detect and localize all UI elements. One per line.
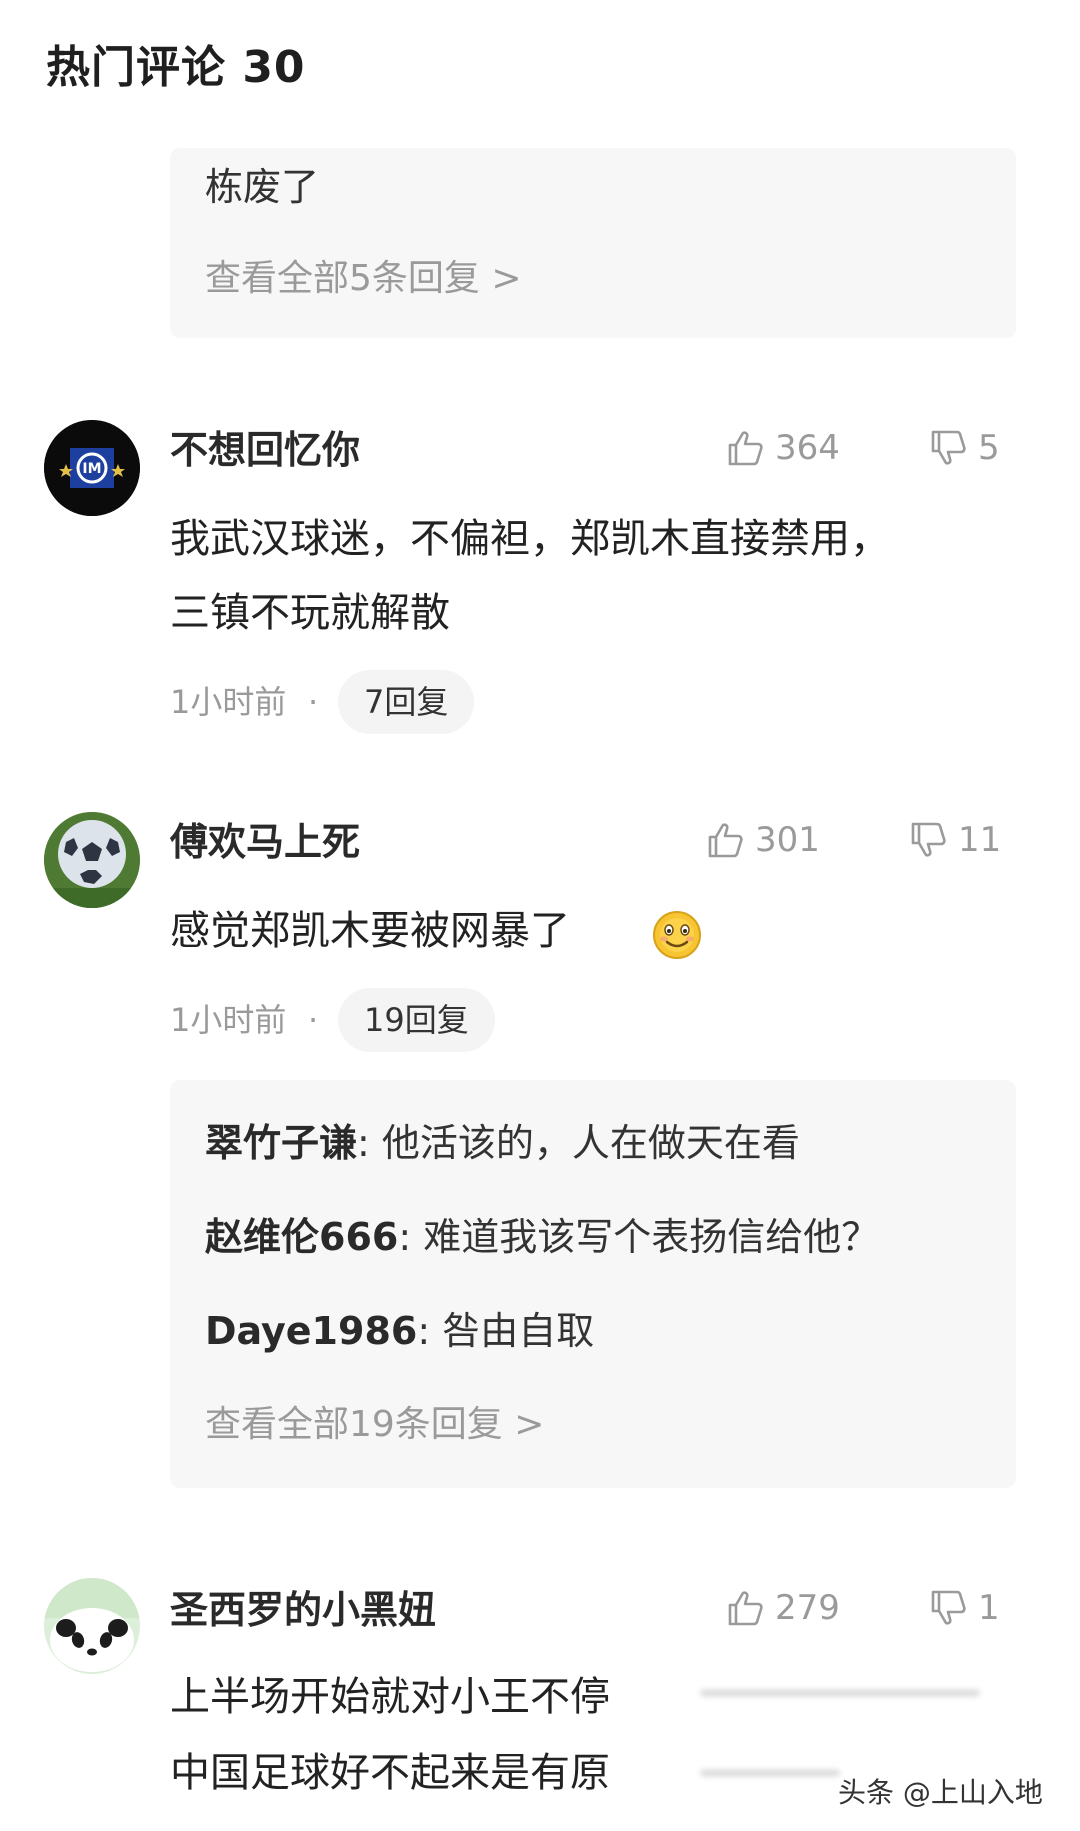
page-title: 热门评论 30: [46, 42, 306, 93]
thumbs-up-icon: [728, 431, 763, 466]
watermark: 头条 @上山入地: [838, 1776, 1043, 1809]
dislike-count: 1: [978, 1588, 1000, 1628]
comment-username[interactable]: 傅欢马上死: [170, 817, 360, 867]
dislike-button[interactable]: 11: [908, 818, 1001, 862]
meta-separator: ·: [308, 683, 319, 721]
like-count: 279: [775, 1588, 840, 1628]
dislike-button[interactable]: 1: [928, 1586, 1000, 1630]
comment-text-line: 三镇不玩就解散: [170, 590, 450, 636]
panda-avatar-icon: [44, 1578, 140, 1674]
reply-preview-text: 栋废了: [205, 165, 320, 209]
sub-reply-username[interactable]: 赵维伦666: [205, 1215, 398, 1259]
sub-reply-text: 咎由自取: [442, 1309, 595, 1353]
comment-text-line: 我武汉球迷，不偏袒，郑凯木直接禁用，: [170, 516, 890, 562]
like-count: 301: [755, 820, 820, 860]
sub-reply-text: 难道我该写个表扬信给他？: [423, 1215, 880, 1259]
avatar[interactable]: IM: [44, 420, 140, 516]
svg-text:IM: IM: [82, 461, 101, 477]
sub-reply[interactable]: 翠竹子谦: 他活该的，人在做天在看: [205, 1118, 800, 1168]
smile-emoji-icon: [652, 910, 702, 960]
obscured-text-decoration: [700, 1770, 840, 1776]
dislike-count: 11: [958, 820, 1002, 860]
sub-reply-separator: :: [357, 1121, 382, 1165]
thumbs-up-icon: [728, 1591, 763, 1626]
dislike-count: 5: [978, 428, 1000, 468]
view-all-replies-link[interactable]: 查看全部5条回复 >: [205, 256, 522, 302]
obscured-text-decoration: [700, 1690, 980, 1696]
soccer-ball-icon: [44, 812, 140, 908]
dislike-button[interactable]: 5: [928, 426, 1000, 470]
comment-text-line: 上半场开始就对小王不停: [170, 1674, 610, 1720]
reply-count-button[interactable]: 19回复: [338, 988, 495, 1052]
comment-username[interactable]: 圣西罗的小黑妞: [170, 1585, 436, 1635]
like-button[interactable]: 301: [705, 818, 820, 862]
sub-reply-separator: :: [398, 1215, 424, 1259]
comment-text-line: 中国足球好不起来是有原: [170, 1750, 610, 1796]
sub-reply-separator: :: [417, 1309, 443, 1353]
meta-separator: ·: [308, 1001, 319, 1039]
avatar[interactable]: [44, 812, 140, 908]
comment-text-line: 感觉郑凯木要被网暴了: [170, 908, 570, 954]
thumbs-down-icon: [931, 430, 966, 465]
thumbs-down-icon: [911, 822, 946, 857]
comment-timestamp: 1小时前: [170, 1001, 287, 1039]
sub-reply[interactable]: 赵维伦666: 难道我该写个表扬信给他？: [205, 1212, 879, 1262]
inter-milan-logo-icon: IM: [44, 420, 140, 516]
comment-timestamp: 1小时前: [170, 683, 287, 721]
sub-reply[interactable]: Daye1986: 咎由自取: [205, 1306, 594, 1356]
sub-reply-text: 他活该的，人在做天在看: [381, 1121, 800, 1165]
sub-reply-username[interactable]: Daye1986: [205, 1309, 417, 1353]
sub-reply-username[interactable]: 翠竹子谦: [205, 1121, 357, 1165]
thumbs-down-icon: [931, 1590, 966, 1625]
thumbs-up-icon: [708, 823, 743, 858]
comment-username[interactable]: 不想回忆你: [170, 425, 360, 475]
avatar[interactable]: [44, 1578, 140, 1674]
like-button[interactable]: 279: [725, 1586, 840, 1630]
like-count: 364: [775, 428, 840, 468]
like-button[interactable]: 364: [725, 426, 840, 470]
reply-count-button[interactable]: 7回复: [338, 670, 475, 734]
view-all-replies-link[interactable]: 查看全部19条回复 >: [205, 1402, 544, 1448]
